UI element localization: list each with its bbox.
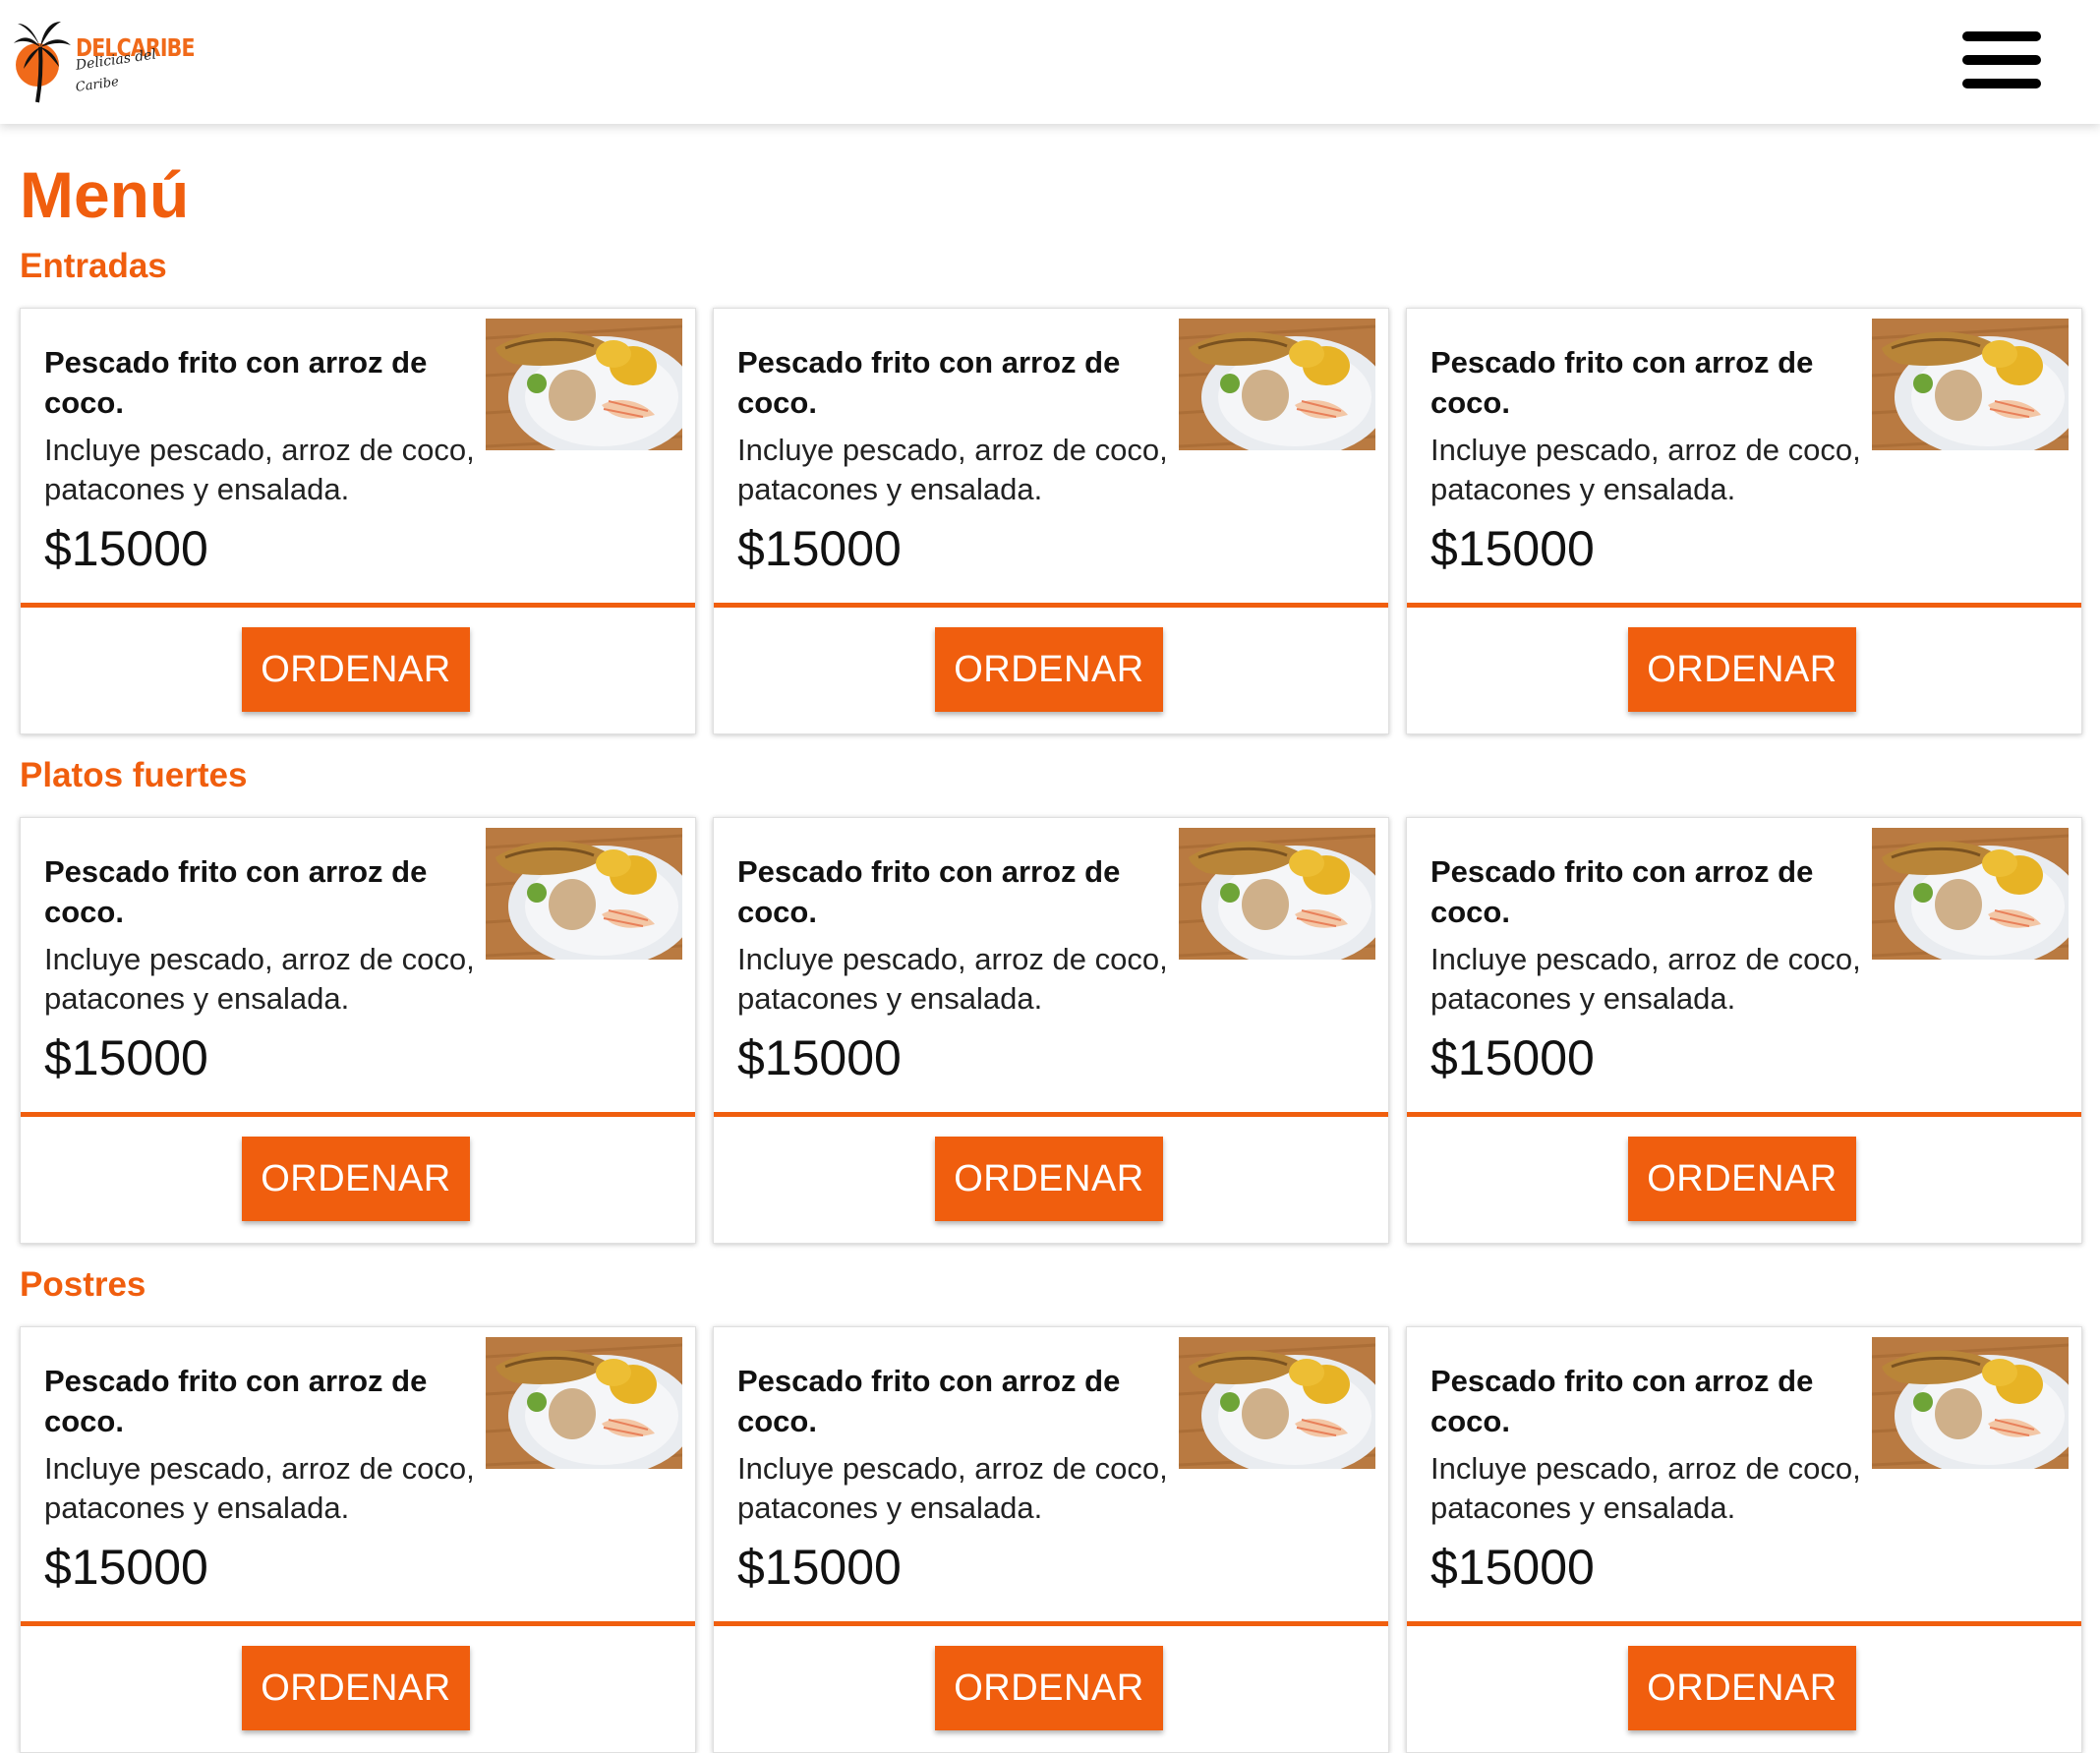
menu-item-description: Incluye pescado, arroz de coco, patacone… <box>44 433 475 506</box>
menu-item-card: Pescado frito con arroz de coco. Incluye… <box>1406 308 2082 734</box>
menu-item-card: Pescado frito con arroz de coco. Incluye… <box>713 817 1389 1244</box>
menu-item-image <box>1179 828 1375 960</box>
menu-item-price: $15000 <box>737 1540 902 1595</box>
menu-item-price: $15000 <box>44 1540 208 1595</box>
menu-item-card: Pescado frito con arroz de coco. Incluye… <box>20 308 696 734</box>
dish-photo <box>486 1337 682 1469</box>
menu-item-card: Pescado frito con arroz de coco. Incluye… <box>713 308 1389 734</box>
menu-item-image <box>1872 319 2069 450</box>
menu-item-name: Pescado frito con arroz de coco. <box>1430 854 1814 929</box>
menu-item-card: Pescado frito con arroz de coco. Incluye… <box>1406 817 2082 1244</box>
menu-item-description: Incluye pescado, arroz de coco, patacone… <box>44 942 475 1016</box>
card-divider <box>1407 603 2081 608</box>
menu-item-name: Pescado frito con arroz de coco. <box>44 1364 428 1438</box>
order-button[interactable]: ORDENAR <box>242 1137 470 1221</box>
card-divider <box>1407 1621 2081 1626</box>
brand-logo[interactable]: DELCARIBE Delicias del Caribe <box>14 16 195 104</box>
dish-photo <box>1872 1337 2069 1469</box>
order-button[interactable]: ORDENAR <box>1628 1137 1856 1221</box>
dish-photo <box>1872 319 2069 450</box>
menu-item-description: Incluye pescado, arroz de coco, patacone… <box>1430 1451 1861 1525</box>
dish-photo <box>1179 319 1375 450</box>
menu-item-card: Pescado frito con arroz de coco. Incluye… <box>1406 1326 2082 1753</box>
order-button[interactable]: ORDENAR <box>1628 1646 1856 1730</box>
card-divider <box>714 1112 1388 1117</box>
card-divider <box>714 603 1388 608</box>
menu-item-image <box>486 828 682 960</box>
page-title: Menú <box>20 158 190 231</box>
menu-item-image <box>1872 828 2069 960</box>
dish-photo <box>1179 1337 1375 1469</box>
section-title: Platos fuertes <box>20 756 248 794</box>
menu-item-description: Incluye pescado, arroz de coco, patacone… <box>44 1451 475 1525</box>
menu-item-name: Pescado frito con arroz de coco. <box>44 854 428 929</box>
menu-item-price: $15000 <box>1430 1540 1595 1595</box>
dish-photo <box>1179 828 1375 960</box>
section-title: Postres <box>20 1265 146 1304</box>
menu-item-name: Pescado frito con arroz de coco. <box>737 345 1121 420</box>
section-title: Entradas <box>20 247 167 285</box>
order-button[interactable]: ORDENAR <box>935 1137 1163 1221</box>
menu-item-name: Pescado frito con arroz de coco. <box>737 1364 1121 1438</box>
dish-photo <box>1872 828 2069 960</box>
card-divider <box>21 1621 695 1626</box>
menu-item-description: Incluye pescado, arroz de coco, patacone… <box>737 942 1168 1016</box>
menu-item-image <box>1179 319 1375 450</box>
hamburger-bar <box>1962 79 2041 88</box>
menu-item-price: $15000 <box>44 521 208 576</box>
card-divider <box>714 1621 1388 1626</box>
card-divider <box>1407 1112 2081 1117</box>
menu-item-description: Incluye pescado, arroz de coco, patacone… <box>1430 942 1861 1016</box>
dish-photo <box>486 319 682 450</box>
menu-item-price: $15000 <box>1430 1030 1595 1085</box>
menu-item-description: Incluye pescado, arroz de coco, patacone… <box>1430 433 1861 506</box>
hamburger-icon[interactable] <box>1960 28 2043 92</box>
site-header: DELCARIBE Delicias del Caribe <box>0 0 2100 124</box>
menu-item-price: $15000 <box>737 1030 902 1085</box>
order-button[interactable]: ORDENAR <box>935 627 1163 712</box>
order-button[interactable]: ORDENAR <box>242 627 470 712</box>
hamburger-bar <box>1962 31 2041 41</box>
hamburger-bar <box>1962 55 2041 65</box>
menu-item-image <box>1872 1337 2069 1469</box>
menu-item-image <box>486 1337 682 1469</box>
order-button[interactable]: ORDENAR <box>242 1646 470 1730</box>
menu-item-image <box>486 319 682 450</box>
card-divider <box>21 1112 695 1117</box>
dish-photo <box>486 828 682 960</box>
menu-item-name: Pescado frito con arroz de coco. <box>737 854 1121 929</box>
menu-item-name: Pescado frito con arroz de coco. <box>1430 345 1814 420</box>
card-divider <box>21 603 695 608</box>
menu-item-image <box>1179 1337 1375 1469</box>
menu-item-name: Pescado frito con arroz de coco. <box>1430 1364 1814 1438</box>
menu-item-name: Pescado frito con arroz de coco. <box>44 345 428 420</box>
menu-item-price: $15000 <box>737 521 902 576</box>
palm-tree-icon <box>14 22 71 103</box>
menu-item-price: $15000 <box>44 1030 208 1085</box>
menu-item-description: Incluye pescado, arroz de coco, patacone… <box>737 433 1168 506</box>
menu-item-card: Pescado frito con arroz de coco. Incluye… <box>20 817 696 1244</box>
order-button[interactable]: ORDENAR <box>1628 627 1856 712</box>
menu-item-price: $15000 <box>1430 521 1595 576</box>
menu-item-card: Pescado frito con arroz de coco. Incluye… <box>20 1326 696 1753</box>
order-button[interactable]: ORDENAR <box>935 1646 1163 1730</box>
menu-item-card: Pescado frito con arroz de coco. Incluye… <box>713 1326 1389 1753</box>
menu-item-description: Incluye pescado, arroz de coco, patacone… <box>737 1451 1168 1525</box>
logo-tagline-2: Caribe <box>75 74 120 95</box>
